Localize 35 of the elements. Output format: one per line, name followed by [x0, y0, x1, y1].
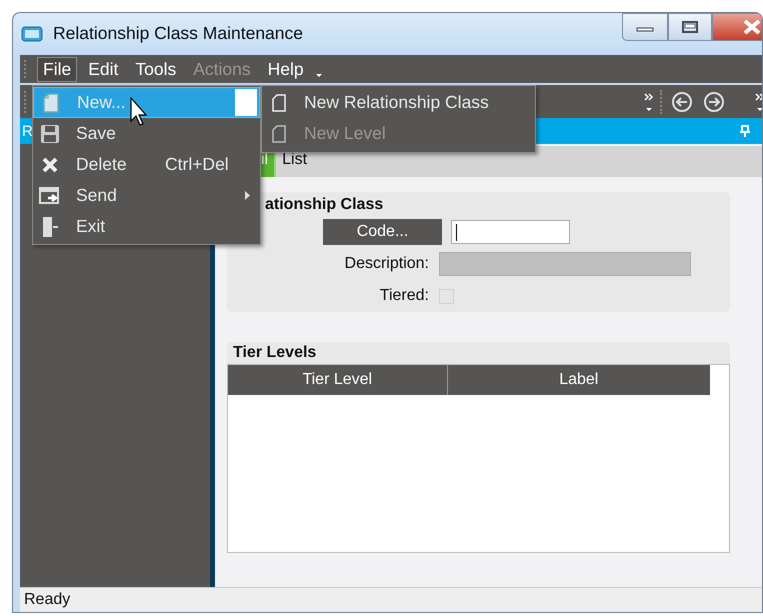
mouse-pointer-icon [130, 97, 150, 127]
status-text: Ready [24, 591, 70, 609]
code-field[interactable] [451, 220, 570, 244]
document-icon [271, 92, 287, 112]
section-title: ationship Class [264, 195, 384, 215]
chevron-icon[interactable] [755, 90, 762, 112]
menu-item[interactable]: Tools [129, 56, 182, 82]
chevron-icon[interactable] [644, 90, 654, 112]
menu-item[interactable]: File [37, 56, 78, 82]
minimize-button[interactable] [622, 13, 668, 41]
window-title: Relationship Class Maintenance [53, 22, 303, 44]
menu-item[interactable]: Help [262, 56, 310, 82]
maximize-button[interactable] [668, 13, 712, 41]
column-header[interactable]: Tier Level [228, 365, 448, 395]
exit-door-icon [41, 216, 59, 238]
panel-title: R [22, 122, 33, 140]
section-title: Tier Levels [232, 343, 318, 363]
close-icon [742, 19, 762, 35]
app-icon [21, 26, 43, 42]
menu-item[interactable]: Save [33, 118, 260, 149]
field-label: Tiered: [378, 287, 430, 305]
send-window-icon [39, 186, 61, 206]
overflow-caret-icon[interactable] [314, 72, 323, 78]
document-icon [41, 92, 61, 114]
pin-icon[interactable] [740, 125, 750, 137]
menu-item[interactable]: Send [33, 180, 260, 211]
column-header[interactable]: Label [448, 365, 710, 395]
document-icon [271, 124, 287, 144]
menu-item[interactable]: New Relationship Class [262, 87, 535, 118]
maximize-icon [681, 20, 699, 34]
menu-item[interactable]: Edit [82, 56, 124, 82]
field-label: Description: [344, 255, 430, 273]
code-lookup-button[interactable]: Code... [323, 219, 442, 245]
menu-item[interactable]: Exit [33, 211, 260, 242]
close-x-icon [41, 156, 59, 174]
